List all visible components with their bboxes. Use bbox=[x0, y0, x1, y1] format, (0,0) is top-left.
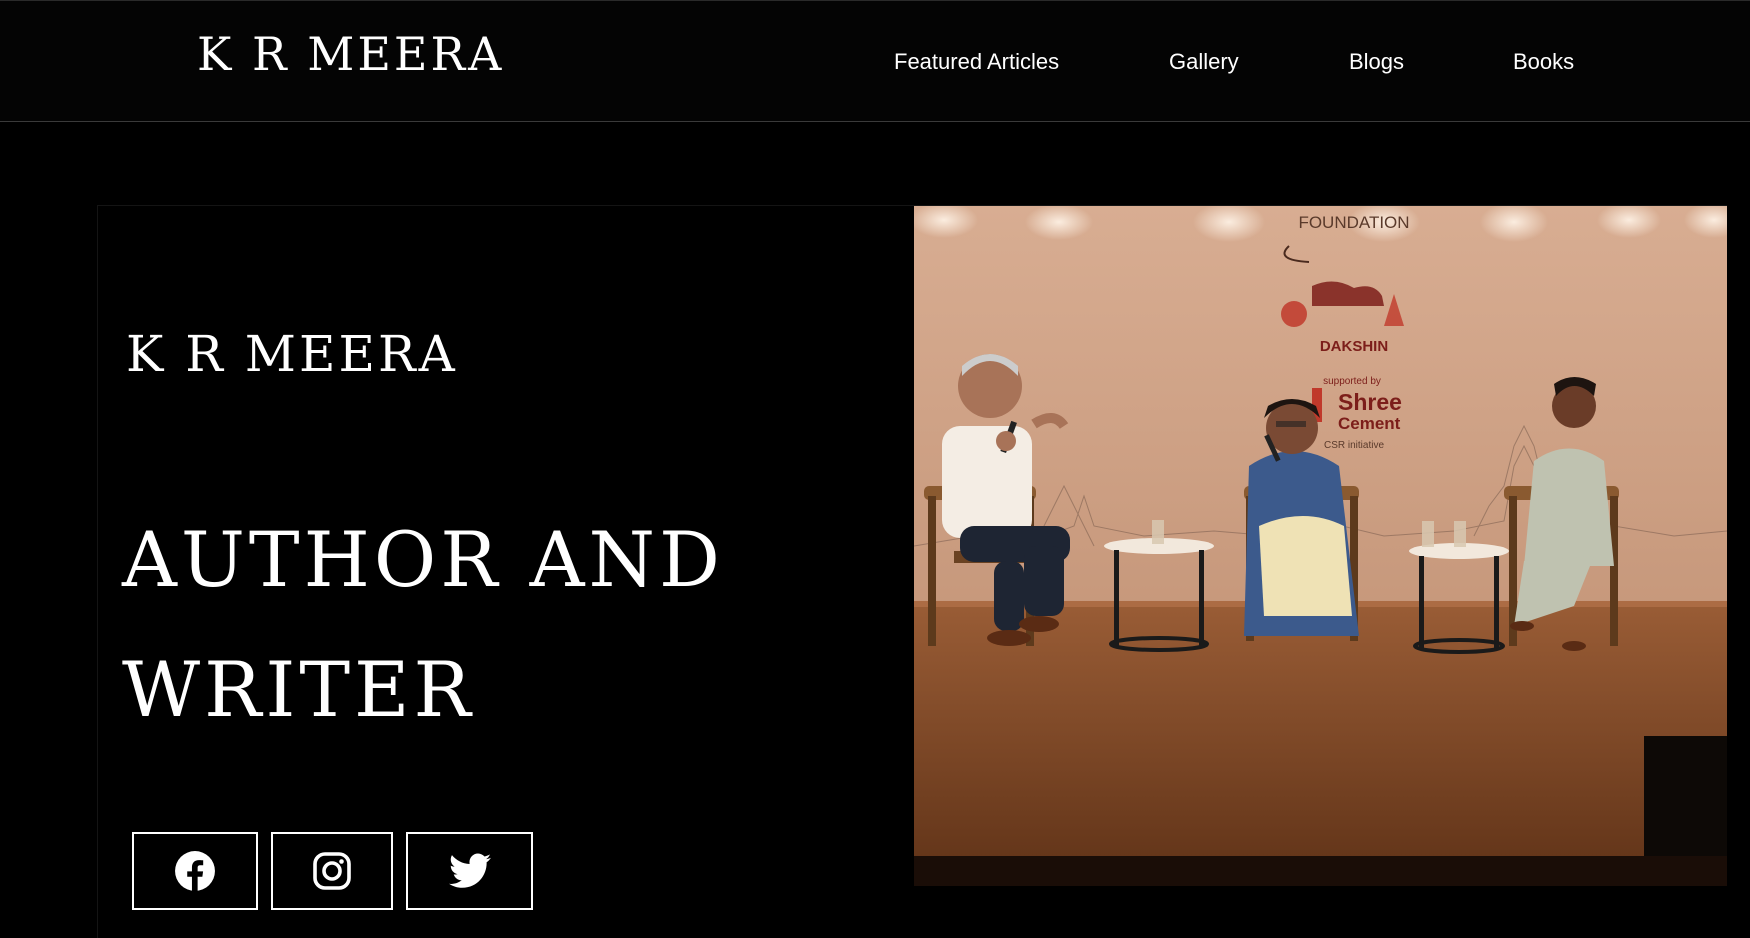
nav-books[interactable]: Books bbox=[1513, 49, 1574, 75]
instagram-icon bbox=[313, 852, 351, 890]
stage-floor bbox=[914, 601, 1727, 886]
nav-gallery[interactable]: Gallery bbox=[1169, 49, 1239, 75]
banner-foundation: FOUNDATION bbox=[1298, 213, 1409, 232]
site-logo[interactable]: K R MEERA bbox=[197, 27, 504, 81]
hero-author-name: K R MEERA bbox=[126, 325, 458, 383]
banner-shree: Shree bbox=[1338, 389, 1402, 415]
banner-csr: CSR initiative bbox=[1324, 440, 1384, 451]
hero-headline-line-2: WRITER bbox=[122, 645, 475, 734]
instagram-button[interactable] bbox=[271, 832, 393, 910]
banner-dakshin: DAKSHIN bbox=[1320, 338, 1388, 355]
stage-speaker-box bbox=[1644, 736, 1727, 856]
hero-headline-line-1: AUTHOR AND bbox=[122, 515, 724, 604]
stage-photo-illustration: FOUNDATION DAKSHIN supported by Shree Ce… bbox=[914, 206, 1727, 886]
nav-featured-articles[interactable]: Featured Articles bbox=[894, 49, 1059, 75]
nav-blogs[interactable]: Blogs bbox=[1349, 49, 1404, 75]
hero-photo: FOUNDATION DAKSHIN supported by Shree Ce… bbox=[914, 206, 1727, 886]
banner-cement: Cement bbox=[1338, 414, 1401, 433]
hero-headline: AUTHOR AND WRITER bbox=[122, 495, 822, 755]
twitter-button[interactable] bbox=[406, 832, 533, 910]
twitter-icon bbox=[448, 853, 491, 888]
facebook-icon bbox=[175, 851, 215, 892]
banner-supported-by: supported by bbox=[1323, 376, 1381, 387]
facebook-button[interactable] bbox=[132, 832, 258, 910]
site-header: K R MEERA Featured Articles Gallery Blog… bbox=[0, 0, 1750, 122]
